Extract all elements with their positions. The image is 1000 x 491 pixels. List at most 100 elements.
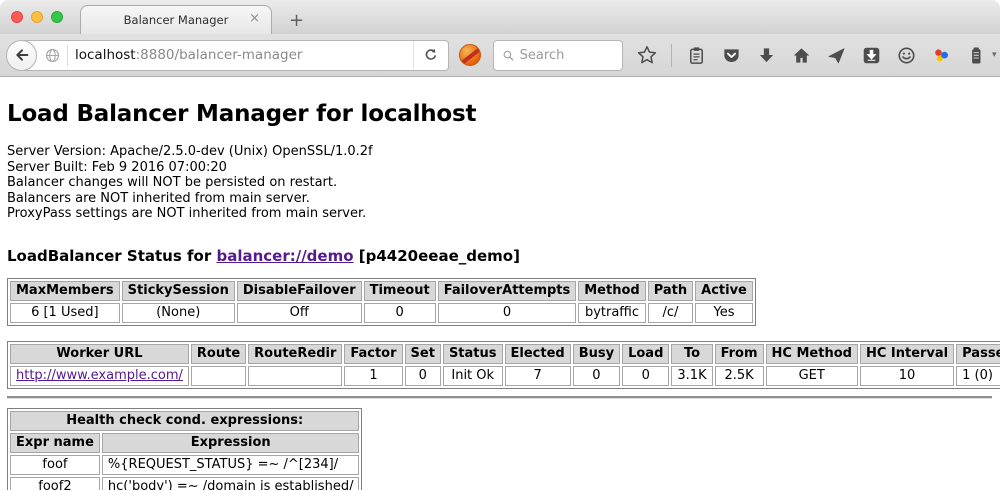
tab-bar: Balancer Manager × + [0, 0, 1000, 34]
health-table-title: Health check cond. expressions: [10, 411, 359, 431]
cell-path: /c/ [648, 303, 693, 323]
col-header: Set [405, 344, 441, 364]
url-domain: localhost [75, 47, 136, 63]
status-suffix: [p4420eeae_demo] [354, 247, 520, 265]
proxypass-note-line: ProxyPass settings are NOT inherited fro… [7, 206, 992, 222]
video-download-extension-button[interactable] [860, 44, 882, 66]
urlbar-divider [67, 45, 68, 66]
health-check-table: Health check cond. expressions: Expr nam… [7, 408, 362, 491]
col-header: Status [443, 344, 503, 364]
cell-expr-name: foof [10, 455, 100, 475]
col-header: Busy [573, 344, 620, 364]
server-info: Server Version: Apache/2.5.0-dev (Unix) … [7, 144, 992, 222]
cell-failoverattempts: 0 [438, 303, 577, 323]
close-window-button[interactable] [11, 11, 23, 23]
home-icon [792, 46, 811, 65]
cell-from: 2.5K [715, 366, 764, 386]
url-text[interactable]: localhost:8880/balancer-manager [75, 47, 413, 63]
cell-method: bytraffic [578, 303, 645, 323]
paper-plane-icon [827, 46, 846, 65]
tab-balancer-manager[interactable]: Balancer Manager × [80, 5, 272, 34]
pocket-button[interactable] [720, 44, 742, 66]
worker-row: http://www.example.com/ 1 0 Init Ok 7 0 … [10, 366, 1000, 386]
search-input[interactable] [520, 48, 616, 63]
col-header: Path [648, 281, 693, 301]
url-bar[interactable]: localhost:8880/balancer-manager [21, 40, 449, 71]
block-extension-icon[interactable] [459, 44, 481, 66]
back-arrow-icon [13, 46, 31, 64]
cell-busy: 0 [573, 366, 620, 386]
clipboard-icon [687, 46, 706, 65]
cell-expression: hc('body') =~ /domain is established/ [102, 477, 360, 491]
col-header: Timeout [364, 281, 436, 301]
cell-route [191, 366, 246, 386]
balancer-summary-table: MaxMembers StickySession DisableFailover… [7, 278, 756, 326]
star-icon [637, 45, 657, 65]
search-icon [502, 48, 515, 63]
reload-button[interactable] [413, 41, 448, 70]
balancer-demo-link[interactable]: balancer://demo [216, 247, 353, 265]
box-download-icon [862, 46, 881, 65]
cell-maxmembers: 6 [1 Used] [10, 303, 120, 323]
col-header: Factor [344, 344, 402, 364]
cell-hc-interval: 10 [860, 366, 954, 386]
home-button[interactable] [790, 44, 812, 66]
cell-passes: 1 (0) [956, 366, 1000, 386]
search-bar[interactable] [493, 40, 623, 71]
col-header: StickySession [122, 281, 235, 301]
page-title: Load Balancer Manager for localhost [7, 101, 992, 127]
smiley-icon [897, 46, 916, 65]
close-tab-icon[interactable]: × [249, 12, 260, 25]
col-header: HC Interval [860, 344, 954, 364]
col-header: Worker URL [10, 344, 189, 364]
pocket-icon [722, 46, 741, 65]
send-tab-button[interactable] [825, 44, 847, 66]
table-row: 6 [1 Used] (None) Off 0 0 bytraffic /c/ … [10, 303, 753, 323]
downloads-button[interactable] [755, 44, 777, 66]
worker-url-link[interactable]: http://www.example.com/ [16, 368, 183, 383]
reload-icon [423, 47, 439, 63]
toolbar-buttons: ▾ [636, 44, 1000, 67]
url-path: :8880/balancer-manager [136, 47, 303, 63]
col-header: Route [191, 344, 246, 364]
battery-icon [967, 46, 986, 65]
cell-active: Yes [695, 303, 753, 323]
col-header: Elected [505, 344, 571, 364]
web-page-content: Load Balancer Manager for localhost Serv… [0, 77, 1000, 490]
cell-load: 0 [622, 366, 669, 386]
download-arrow-icon [757, 46, 776, 65]
cell-status: Init Ok [443, 366, 503, 386]
health-expr-row: foof2 hc('body') =~ /domain is establish… [10, 477, 359, 491]
new-tab-button[interactable]: + [283, 12, 310, 30]
balancers-note-line: Balancers are NOT inherited from main se… [7, 191, 992, 207]
col-header: Load [622, 344, 669, 364]
notes-extension-button[interactable] [965, 44, 987, 66]
col-header: Active [695, 281, 753, 301]
col-header: FailoverAttempts [438, 281, 577, 301]
bookmark-star-button[interactable] [636, 44, 658, 66]
toolbar-separator [671, 44, 672, 67]
color-picker-extension-button[interactable] [930, 44, 952, 66]
minimize-window-button[interactable] [31, 11, 43, 23]
emoji-extension-button[interactable] [895, 44, 917, 66]
col-header: To [671, 344, 712, 364]
overflow-caret-icon[interactable]: ▾ [992, 50, 997, 60]
navigation-toolbar: localhost:8880/balancer-manager [0, 34, 1000, 77]
col-header: DisableFailover [237, 281, 362, 301]
col-header: MaxMembers [10, 281, 120, 301]
fullscreen-window-button[interactable] [51, 11, 63, 23]
cell-worker-url: http://www.example.com/ [10, 366, 189, 386]
cell-hc-method: GET [766, 366, 858, 386]
bookmarks-menu-button[interactable] [685, 44, 707, 66]
browser-window: Balancer Manager × + localhost:8880/bala… [0, 0, 1000, 491]
server-built-line: Server Built: Feb 9 2016 07:00:20 [7, 160, 992, 176]
cell-stickysession: (None) [122, 303, 235, 323]
col-header: From [715, 344, 764, 364]
back-button[interactable] [6, 40, 37, 71]
persist-note-line: Balancer changes will NOT be persisted o… [7, 175, 992, 191]
cell-routeredir [248, 366, 342, 386]
separator-rule [7, 396, 992, 399]
server-version-line: Server Version: Apache/2.5.0-dev (Unix) … [7, 144, 992, 160]
table-title-row: Health check cond. expressions: [10, 411, 359, 431]
color-dots-icon [932, 46, 951, 65]
